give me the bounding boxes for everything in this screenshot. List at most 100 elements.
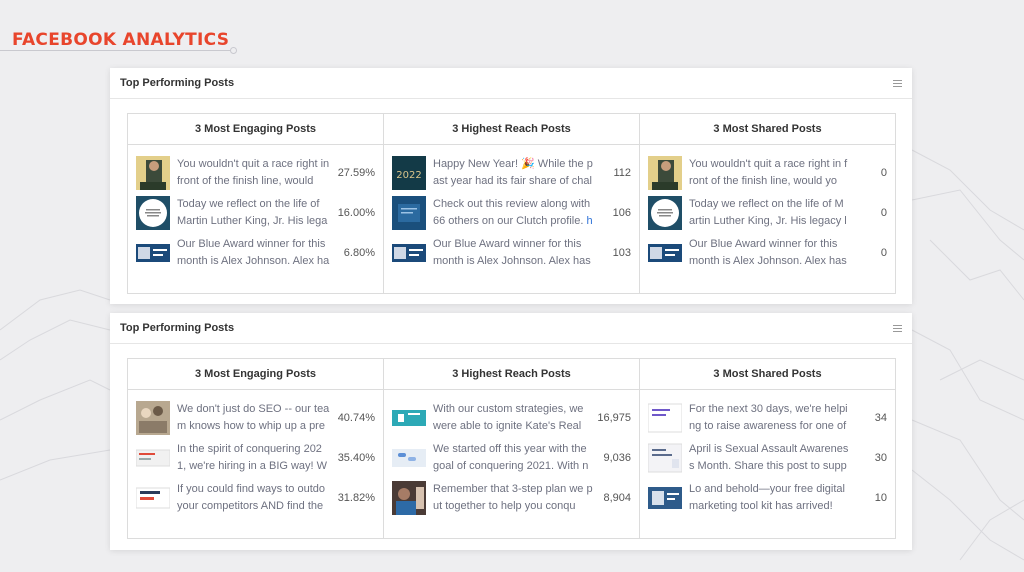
post-thumbnail[interactable]: [136, 196, 170, 230]
post-text-body: For the next 30 days, we're helping to r…: [689, 403, 848, 432]
column-header: 3 Most Shared Posts: [640, 114, 895, 145]
post-row[interactable]: 2022 Happy New Year! 🎉 While the past ye…: [384, 153, 639, 193]
post-metric-value: 31.82%: [337, 492, 375, 504]
post-row[interactable]: If you could find ways to outdo your com…: [128, 478, 383, 518]
post-text: Happy New Year! 🎉 While the past year ha…: [433, 156, 593, 190]
panel-header: Top Performing Posts: [110, 68, 912, 99]
post-columns: 3 Most Engaging Posts We don't just do S…: [127, 358, 896, 539]
post-row[interactable]: In the spirit of conquering 2021, we're …: [128, 438, 383, 478]
post-row[interactable]: Our Blue Award winner for this month is …: [640, 233, 895, 273]
post-text-body: In the spirit of conquering 2021, we're …: [177, 443, 328, 472]
post-metric-value: 30: [874, 452, 887, 464]
post-text-body: April is Sexual Assault Awareness Month.…: [689, 443, 849, 472]
post-text: Our Blue Award winner for this month is …: [177, 236, 336, 270]
post-text: You wouldn't quit a race right in front …: [689, 156, 849, 190]
post-list: With our custom strategies, we were able…: [384, 390, 639, 518]
post-row[interactable]: Today we reflect on the life of Martin L…: [128, 193, 383, 233]
post-row[interactable]: Today we reflect on the life of Martin L…: [640, 193, 895, 233]
post-metric-value: 6.80%: [343, 247, 375, 259]
post-thumbnail[interactable]: [136, 156, 170, 190]
post-metric-value: 0: [880, 247, 887, 259]
post-thumbnail[interactable]: [648, 156, 682, 190]
post-row[interactable]: With our custom strategies, we were able…: [384, 398, 639, 438]
panel-title: Top Performing Posts: [120, 322, 235, 334]
page-heading: FACEBOOK ANALYTICS: [12, 30, 230, 50]
post-list: We don't just do SEO -- our team knows h…: [128, 390, 383, 518]
post-text: Our Blue Award winner for this month is …: [689, 236, 849, 270]
post-list: 2022 Happy New Year! 🎉 While the past ye…: [384, 145, 639, 273]
post-row[interactable]: You wouldn't quit a race right in front …: [128, 153, 383, 193]
post-metric-value: 10: [874, 492, 887, 504]
post-row[interactable]: You wouldn't quit a race right in front …: [640, 153, 895, 193]
post-text: Today we reflect on the life of Martin L…: [689, 196, 849, 230]
post-thumbnail[interactable]: [648, 481, 682, 515]
column-header: 3 Highest Reach Posts: [384, 114, 639, 145]
top-posts-panel: Top Performing Posts 3 Most Engaging Pos…: [110, 313, 912, 550]
hamburger-menu-icon[interactable]: [893, 79, 902, 87]
post-text: In the spirit of conquering 2021, we're …: [177, 441, 330, 475]
post-thumbnail[interactable]: [648, 401, 682, 435]
post-row[interactable]: April is Sexual Assault Awareness Month.…: [640, 438, 895, 478]
post-metric-value: 40.74%: [337, 412, 375, 424]
post-metric-value: 112: [613, 167, 631, 179]
post-metric-value: 106: [612, 207, 631, 219]
post-metric-value: 16,975: [597, 412, 631, 424]
post-list: You wouldn't quit a race right in front …: [128, 145, 383, 273]
post-row[interactable]: Check out this review along with 66 othe…: [384, 193, 639, 233]
post-thumbnail[interactable]: [136, 236, 170, 270]
post-text: Our Blue Award winner for this month is …: [433, 236, 593, 270]
post-row[interactable]: We don't just do SEO -- our team knows h…: [128, 398, 383, 438]
post-text-body: Today we reflect on the life of Martin L…: [177, 198, 328, 227]
post-column: 3 Highest Reach Posts With our custom st…: [384, 359, 640, 538]
post-metric-value: 35.40%: [337, 452, 375, 464]
post-text-body: Our Blue Award winner for this month is …: [177, 238, 330, 267]
post-metric-value: 16.00%: [337, 207, 375, 219]
post-column: 3 Highest Reach Posts 2022 Happy New Yea…: [384, 114, 640, 293]
panel-title: Top Performing Posts: [120, 77, 235, 89]
post-row[interactable]: Our Blue Award winner for this month is …: [128, 233, 383, 273]
post-thumbnail[interactable]: [136, 441, 170, 475]
post-row[interactable]: Our Blue Award winner for this month is …: [384, 233, 639, 273]
column-header: 3 Highest Reach Posts: [384, 359, 639, 390]
post-text: For the next 30 days, we're helping to r…: [689, 401, 849, 435]
post-row[interactable]: For the next 30 days, we're helping to r…: [640, 398, 895, 438]
column-header: 3 Most Shared Posts: [640, 359, 895, 390]
post-text: Today we reflect on the life of Martin L…: [177, 196, 330, 230]
post-row[interactable]: We started off this year with the goal o…: [384, 438, 639, 478]
post-row[interactable]: Remember that 3-step plan we put togethe…: [384, 478, 639, 518]
post-metric-value: 27.59%: [337, 167, 375, 179]
post-text-body: If you could find ways to outdo your com…: [177, 483, 325, 512]
post-thumbnail[interactable]: [648, 196, 682, 230]
post-text-body: Our Blue Award winner for this month is …: [689, 238, 847, 267]
post-text: If you could find ways to outdo your com…: [177, 481, 330, 515]
heading-divider-dot: [230, 47, 237, 54]
post-column: 3 Most Engaging Posts We don't just do S…: [128, 359, 384, 538]
post-text-body: Today we reflect on the life of Martin L…: [689, 198, 847, 227]
post-thumbnail[interactable]: [392, 236, 426, 270]
panel-header: Top Performing Posts: [110, 313, 912, 344]
post-text: We started off this year with the goal o…: [433, 441, 593, 475]
svg-text:2022: 2022: [396, 170, 421, 181]
post-text-body: Happy New Year! 🎉 While the past year ha…: [433, 158, 593, 187]
hamburger-menu-icon[interactable]: [893, 324, 902, 332]
post-column: 3 Most Engaging Posts You wouldn't quit …: [128, 114, 384, 293]
post-thumbnail[interactable]: [648, 236, 682, 270]
post-thumbnail[interactable]: 2022: [392, 156, 426, 190]
post-text: You wouldn't quit a race right in front …: [177, 156, 330, 190]
post-column: 3 Most Shared Posts You wouldn't quit a …: [640, 114, 895, 293]
post-metric-value: 9,036: [603, 452, 631, 464]
post-text: Check out this review along with 66 othe…: [433, 196, 593, 230]
post-row[interactable]: Lo and behold—your free digital marketin…: [640, 478, 895, 518]
post-thumbnail[interactable]: [392, 401, 426, 435]
post-thumbnail[interactable]: [392, 196, 426, 230]
post-text: Remember that 3-step plan we put togethe…: [433, 481, 593, 515]
post-text-body: With our custom strategies, we were able…: [433, 403, 584, 432]
post-thumbnail[interactable]: [648, 441, 682, 475]
post-thumbnail[interactable]: [392, 441, 426, 475]
post-text-body: We don't just do SEO -- our team knows h…: [177, 403, 330, 432]
post-thumbnail[interactable]: [136, 401, 170, 435]
post-metric-value: 103: [612, 247, 631, 259]
post-thumbnail[interactable]: [136, 481, 170, 515]
post-metric-value: 34: [874, 412, 887, 424]
post-thumbnail[interactable]: [392, 481, 426, 515]
